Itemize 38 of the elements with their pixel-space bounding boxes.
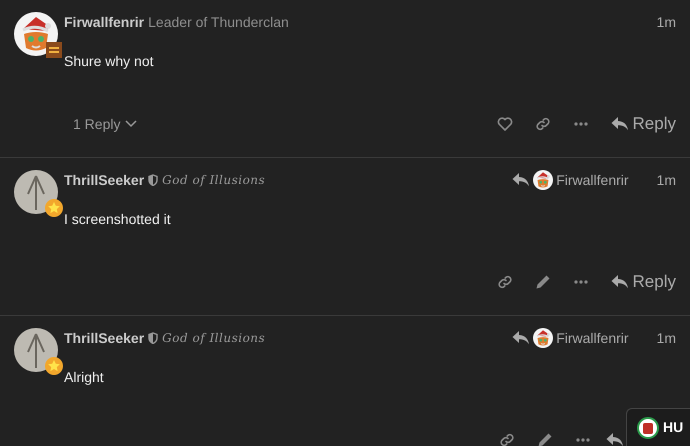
avatar[interactable] bbox=[14, 12, 58, 56]
pencil-icon bbox=[534, 274, 551, 290]
shield-icon bbox=[148, 174, 158, 186]
post-time[interactable]: 1m bbox=[656, 328, 676, 348]
link-icon bbox=[496, 274, 513, 290]
reply-icon bbox=[610, 116, 629, 132]
author-name[interactable]: Firwallfenrir bbox=[64, 12, 144, 32]
shield-icon bbox=[148, 332, 158, 344]
post-body: I screenshotted it bbox=[64, 210, 172, 229]
reply-icon bbox=[610, 274, 629, 290]
post-time[interactable]: 1m bbox=[656, 170, 676, 190]
link-icon bbox=[534, 116, 551, 132]
floating-chip[interactable]: HU bbox=[626, 408, 690, 446]
user-title: God of Illusions bbox=[162, 172, 266, 189]
avatar bbox=[637, 416, 659, 438]
link-icon bbox=[499, 432, 515, 446]
reply-button[interactable]: Reply bbox=[600, 106, 676, 142]
star-badge-icon bbox=[44, 198, 64, 218]
avatar[interactable] bbox=[533, 328, 554, 348]
replies-toggle[interactable]: 1 Reply bbox=[64, 114, 138, 134]
reply-to-name[interactable]: Firwallfenrir bbox=[556, 328, 629, 348]
user-title: Leader of Thunderclan bbox=[148, 12, 289, 32]
author-name[interactable]: ThrillSeeker bbox=[64, 328, 144, 348]
pencil-icon bbox=[537, 432, 553, 446]
heart-icon bbox=[496, 116, 513, 132]
reply-to-arrow-icon bbox=[512, 172, 530, 188]
reply-button[interactable]: Reply bbox=[600, 264, 676, 300]
reply-icon bbox=[606, 432, 624, 446]
post-body: Shure why not bbox=[64, 52, 154, 71]
post-time[interactable]: 1m bbox=[656, 12, 676, 32]
flair-badge-icon bbox=[44, 40, 64, 60]
star-badge-icon bbox=[44, 356, 64, 376]
author-name[interactable]: ThrillSeeker bbox=[64, 170, 144, 190]
post-body: Alright bbox=[64, 368, 105, 387]
avatar[interactable] bbox=[533, 170, 554, 190]
reply-to-arrow-icon bbox=[512, 330, 530, 346]
user-title: God of Illusions bbox=[162, 330, 266, 347]
reply-to-name[interactable]: Firwallfenrir bbox=[556, 170, 629, 190]
